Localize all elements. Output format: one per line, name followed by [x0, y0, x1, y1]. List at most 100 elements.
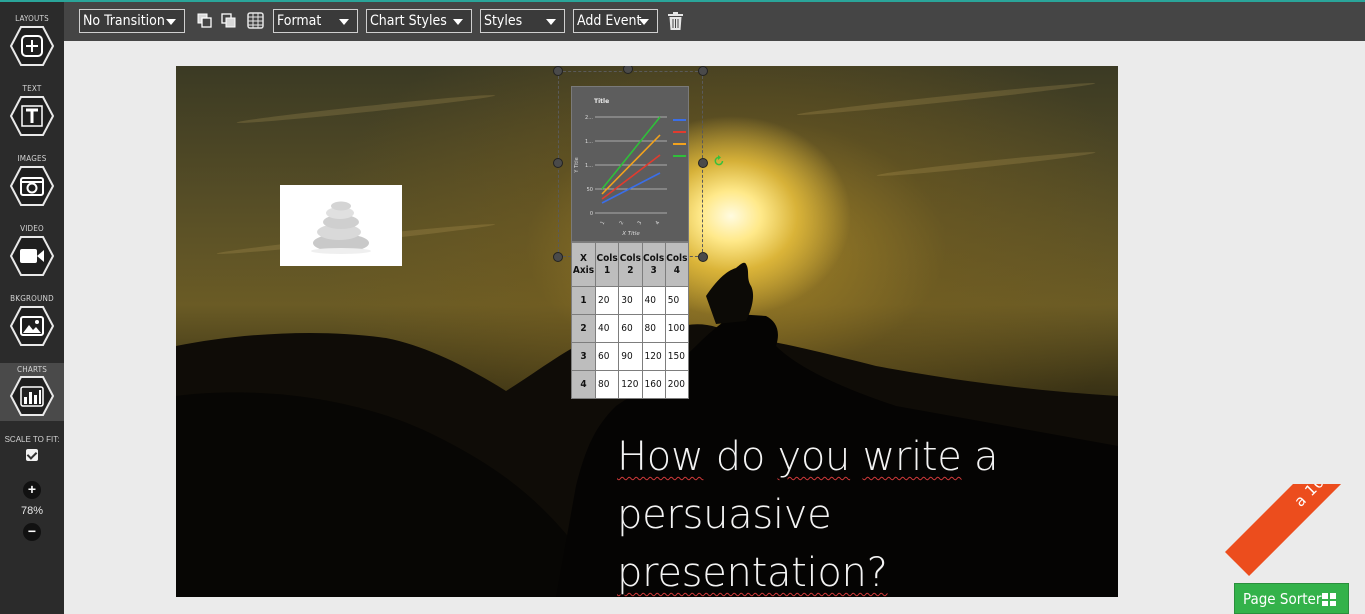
scale-to-fit-label: SCALE TO FIT: [4, 435, 60, 444]
table-cell[interactable]: 100 [664, 314, 690, 343]
chevron-down-icon [639, 19, 649, 25]
y-tick-label: 50 [587, 187, 593, 193]
chart-title: Title [594, 98, 609, 105]
chart-styles-dropdown[interactable]: Chart Styles [366, 9, 472, 33]
add-layout-icon[interactable] [10, 26, 54, 66]
styles-dropdown[interactable]: Styles [480, 9, 565, 33]
table-cell[interactable]: 150 [664, 342, 690, 371]
transition-dropdown[interactable]: No Transition [79, 9, 185, 33]
bring-forward-icon[interactable] [197, 13, 212, 28]
page-sorter-button[interactable]: Page Sorter [1234, 583, 1349, 614]
table-cell[interactable]: 60 [594, 342, 620, 371]
grid-icon [1322, 593, 1336, 606]
x-tick-label: 3 [637, 220, 644, 226]
x-axis-title: X Title [621, 231, 640, 237]
slide-canvas[interactable]: Title 0 50 1... 1... 2... Y Title 1 2 3 … [176, 66, 1118, 597]
background-section: BKGROUND [0, 294, 64, 346]
format-dropdown[interactable]: Format [273, 9, 358, 33]
charts-section: CHARTS [0, 363, 64, 421]
zoom-in-button[interactable]: + [23, 481, 41, 499]
resize-handle-left[interactable] [553, 158, 563, 168]
table-cell[interactable]: 40 [641, 286, 666, 315]
toolbar: No Transition Format Chart Styles Styles… [64, 0, 1365, 41]
chart-data-table[interactable]: X Axis Cols 1 Cols 2 Cols 3 Cols 4 1 20 … [571, 242, 690, 399]
headline-word: do [715, 434, 766, 480]
table-header[interactable]: Cols 4 [664, 242, 690, 287]
y-tick-label: 2... [585, 115, 593, 121]
line-chart-svg: Title 0 50 1... 1... 2... Y Title 1 2 3 … [574, 98, 686, 237]
table-header[interactable]: X Axis [571, 242, 596, 287]
slide-headline[interactable]: How do you write a persuasive presentati… [617, 428, 1097, 597]
zoom-level: 78% [20, 505, 44, 517]
table-header[interactable]: Cols 3 [641, 242, 666, 287]
table-cell[interactable]: 80 [641, 314, 666, 343]
table-header-row: X Axis Cols 1 Cols 2 Cols 3 Cols 4 [571, 242, 690, 287]
resize-handle-bottom-right[interactable] [698, 252, 708, 262]
zen-stones-picture [311, 201, 371, 254]
bar-chart-icon[interactable] [10, 376, 54, 416]
table-cell[interactable]: 80 [594, 370, 620, 399]
x-tick-label: 4 [655, 220, 662, 226]
format-label: Format [277, 13, 322, 29]
chevron-down-icon [546, 19, 556, 25]
scale-section: SCALE TO FIT: [0, 435, 64, 461]
resize-handle-top-left[interactable] [553, 66, 563, 76]
table-cell[interactable]: 1 [571, 286, 596, 315]
resize-handle-top-right[interactable] [698, 66, 708, 76]
trash-icon[interactable] [667, 11, 684, 31]
add-event-label: Add Event [577, 13, 642, 29]
table-cell[interactable]: 120 [641, 342, 666, 371]
y-tick-labels: 0 50 1... 1... 2... [585, 115, 593, 217]
table-cell[interactable]: 20 [594, 286, 620, 315]
resize-handle-bottom-left[interactable] [553, 252, 563, 262]
table-row: 2 40 60 80 100 [571, 314, 690, 343]
transition-value: No Transition [83, 13, 165, 29]
table-cell[interactable]: 160 [641, 370, 666, 399]
table-cell[interactable]: 200 [664, 370, 690, 399]
version-ribbon-text: a 10.0 [1225, 484, 1365, 577]
table-row: 4 80 120 160 200 [571, 370, 690, 399]
y-axis-title: Y Title [574, 157, 580, 173]
charts-label: CHARTS [17, 365, 47, 374]
line-chart: Title 0 50 1... 1... 2... Y Title 1 2 3 … [571, 86, 689, 242]
chart-widget[interactable]: Title 0 50 1... 1... 2... Y Title 1 2 3 … [571, 86, 690, 400]
table-cell[interactable]: 40 [594, 314, 620, 343]
table-cell[interactable]: 4 [571, 370, 596, 399]
series-lines [601, 116, 661, 204]
headline-word: persuasive [617, 492, 832, 538]
table-header[interactable]: Cols 2 [618, 242, 643, 287]
table-cell[interactable]: 3 [571, 342, 596, 371]
table-cell[interactable]: 50 [664, 286, 690, 315]
layouts-section: LAYOUTS [0, 14, 64, 66]
table-cell[interactable]: 90 [618, 342, 643, 371]
background-label: BKGROUND [10, 294, 54, 303]
background-image-icon[interactable] [10, 306, 54, 346]
legend-swatches [673, 119, 686, 157]
text-section: TEXT [0, 84, 64, 136]
headline-word: you [777, 434, 851, 480]
resize-handle-right[interactable] [698, 158, 708, 168]
rotate-icon[interactable] [713, 155, 725, 167]
table-icon[interactable] [247, 12, 264, 29]
send-backward-icon[interactable] [221, 13, 236, 28]
table-row: 1 20 30 40 50 [571, 286, 690, 315]
stones-image[interactable] [280, 185, 402, 266]
zoom-out-button[interactable]: − [23, 523, 41, 541]
table-header[interactable]: Cols 1 [594, 242, 620, 287]
table-cell[interactable]: 120 [618, 370, 643, 399]
add-event-dropdown[interactable]: Add Event [573, 9, 658, 33]
scale-to-fit-checkbox[interactable] [26, 449, 38, 461]
video-section: VIDEO [0, 224, 64, 276]
table-cell[interactable]: 30 [618, 286, 643, 315]
text-tool-icon[interactable] [10, 96, 54, 136]
chart-styles-label: Chart Styles [370, 13, 447, 29]
x-tick-label: 2 [619, 220, 626, 226]
table-row: 3 60 90 120 150 [571, 342, 690, 371]
headline-word: presentation? [617, 550, 888, 596]
table-cell[interactable]: 60 [618, 314, 643, 343]
images-label: IMAGES [17, 154, 47, 163]
video-camera-icon[interactable] [10, 236, 54, 276]
camera-icon[interactable] [10, 166, 54, 206]
table-cell[interactable]: 2 [571, 314, 596, 343]
sidebar: LAYOUTS TEXT IMAGES VIDEO BKGROUND CHART… [0, 0, 64, 614]
